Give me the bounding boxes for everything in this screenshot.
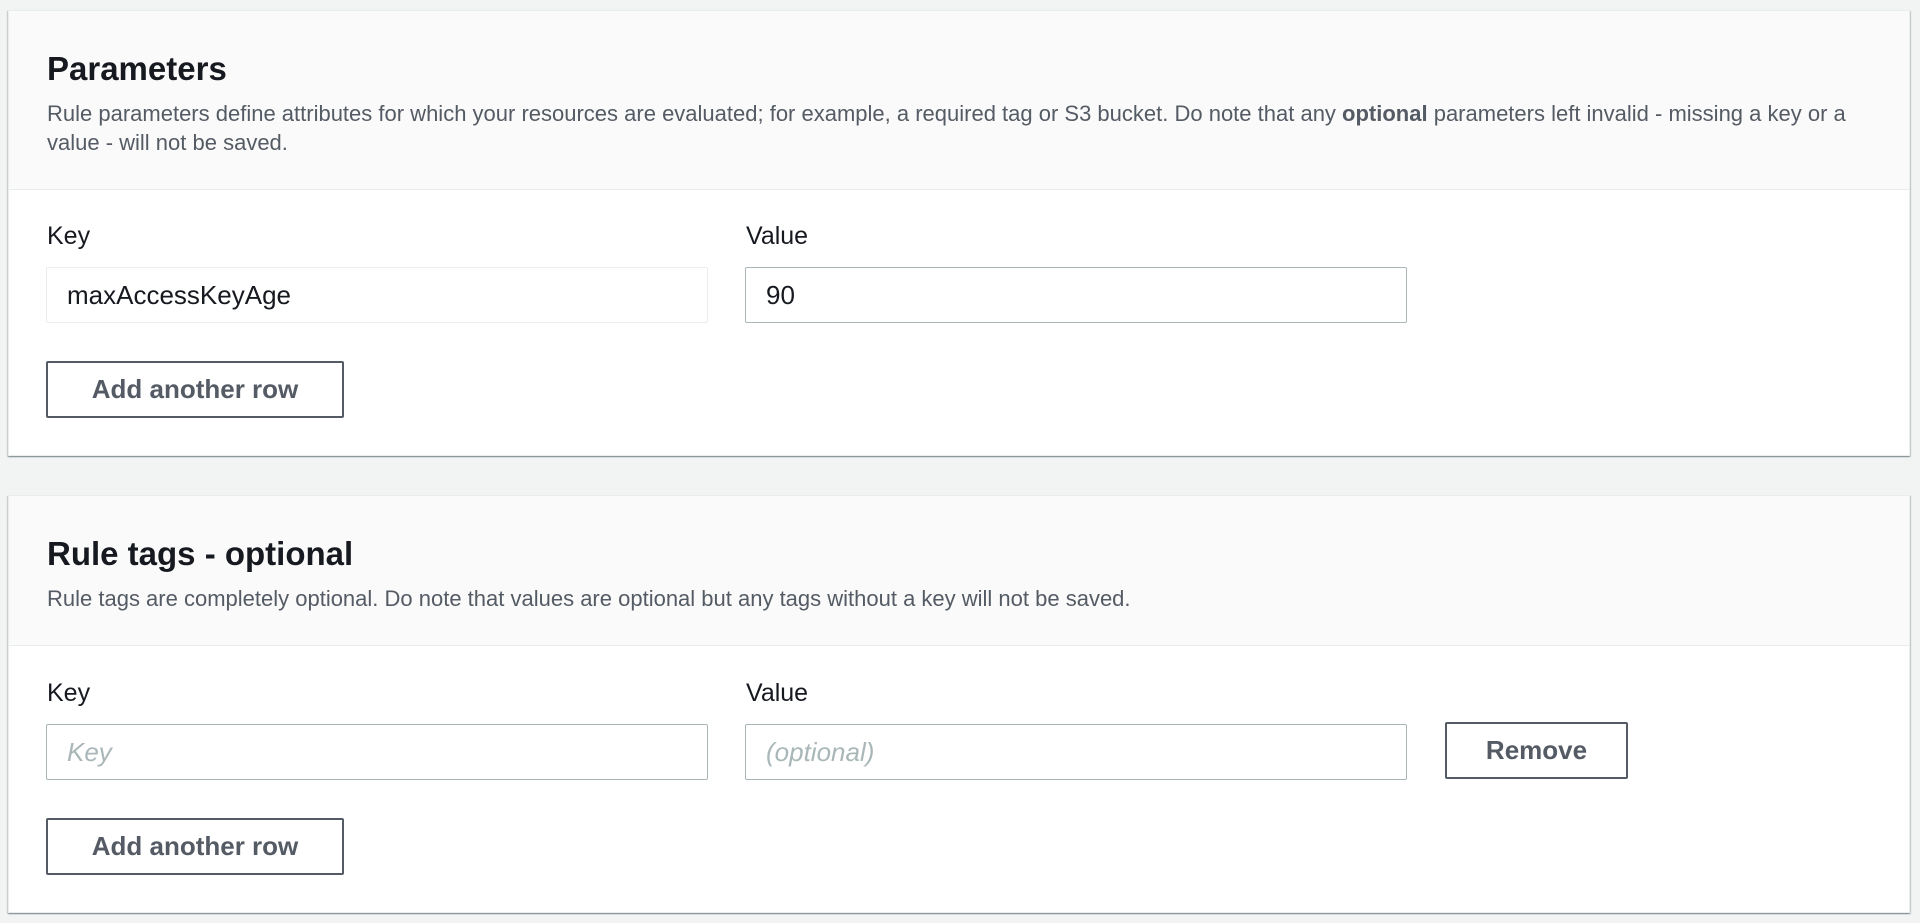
rule-tags-title: Rule tags - optional [47,535,354,572]
parameters-add-row-button[interactable]: Add another row [46,361,344,418]
parameters-description-bold: optional [1342,101,1428,126]
rule-tags-add-row-button[interactable]: Add another row [46,818,344,875]
rule-tags-description: Rule tags are completely optional. Do no… [47,586,1131,611]
rule-tags-panel: Rule tags - optional Rule tags are compl… [8,495,1910,913]
rule-tags-header: Rule tags - optional Rule tags are compl… [9,496,1909,646]
rule-tags-key-label: Key [47,679,91,707]
rule-tags-key-input[interactable] [46,724,708,780]
parameters-description: Rule parameters define attributes for wh… [47,99,1871,157]
rule-tags-value-input[interactable] [745,724,1407,780]
parameters-key-label: Key [47,222,91,250]
parameters-description-text: Rule parameters define attributes for wh… [47,101,1343,126]
parameters-title: Parameters [47,50,227,87]
parameters-key-input[interactable] [46,267,708,323]
parameters-header: Parameters Rule parameters define attrib… [9,11,1909,190]
parameters-value-input[interactable] [745,267,1407,323]
parameters-value-label: Value [746,222,809,250]
rule-tags-remove-button[interactable]: Remove [1445,722,1628,779]
rule-tags-value-label: Value [746,679,809,707]
parameters-panel: Parameters Rule parameters define attrib… [8,10,1910,456]
